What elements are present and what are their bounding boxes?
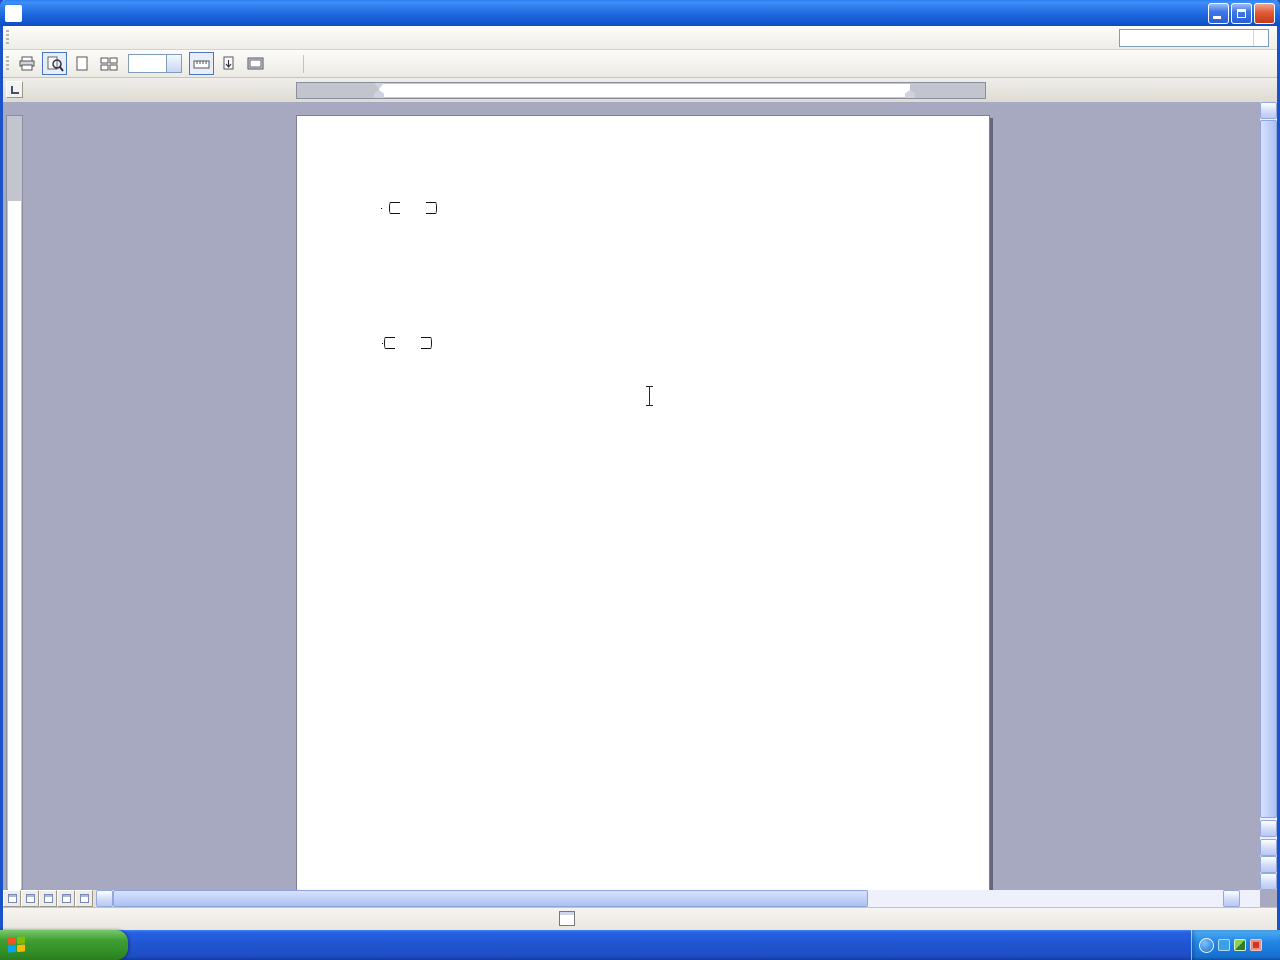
- toolbar-options-button[interactable]: [306, 50, 319, 77]
- minimize-button[interactable]: [1208, 2, 1229, 24]
- normal-view-button[interactable]: [3, 890, 21, 907]
- print-layout-view-button[interactable]: [39, 890, 57, 907]
- multiple-pages-button[interactable]: [96, 52, 121, 75]
- menu-bar: [3, 26, 1277, 50]
- ask-question-box[interactable]: [1119, 29, 1269, 47]
- magnifier-button[interactable]: [42, 52, 67, 75]
- magnifier-icon: [47, 56, 64, 72]
- tab-selector[interactable]: [6, 81, 23, 98]
- horizontal-scroll-track[interactable]: [113, 890, 1223, 907]
- close-button[interactable]: [1254, 2, 1275, 24]
- print-layout-icon: [43, 894, 53, 903]
- maximize-button[interactable]: [1231, 2, 1252, 24]
- title-bar: [0, 0, 1280, 26]
- web-layout-icon: [25, 894, 35, 903]
- full-screen-button[interactable]: [243, 52, 268, 75]
- equation-block-2: [377, 337, 432, 349]
- left-parenthesis: [384, 337, 395, 349]
- status-bar: [3, 907, 1277, 930]
- text-cursor-ibeam: [646, 386, 653, 406]
- view-ruler-button[interactable]: [189, 52, 214, 75]
- tray-collapse-button[interactable]: [1199, 937, 1214, 953]
- left-parenthesis: [389, 202, 400, 214]
- outline-view-button[interactable]: [57, 890, 75, 907]
- tray-icon-2[interactable]: [1234, 939, 1246, 951]
- document-page[interactable]: [296, 115, 990, 890]
- web-layout-view-button[interactable]: [21, 890, 39, 907]
- horizontal-scrollbar-row: [3, 890, 1260, 907]
- left-tab-icon: [10, 85, 19, 94]
- normal-view-icon: [7, 894, 17, 903]
- next-page-button[interactable]: [1260, 873, 1277, 890]
- scrollbar-corner: [1240, 890, 1260, 907]
- print-button[interactable]: [15, 52, 40, 75]
- scroll-right-button[interactable]: [1223, 890, 1240, 907]
- horizontal-scroll-thumb[interactable]: [113, 890, 868, 907]
- scroll-down-button[interactable]: [1260, 820, 1277, 837]
- shrink-to-fit-button[interactable]: [216, 52, 241, 75]
- window-border-left: [0, 0, 3, 930]
- ruler-icon: [193, 60, 210, 68]
- minimize-icon: [1213, 15, 1221, 19]
- toolbar-separator: [303, 54, 304, 73]
- tray-icon-3[interactable]: [1250, 939, 1262, 951]
- shrink-to-fit-icon: [223, 56, 234, 70]
- right-parenthesis: [426, 202, 437, 214]
- equation-block-1: [381, 202, 437, 214]
- taskbar: [0, 930, 1280, 960]
- system-tray: [1191, 930, 1280, 960]
- print-preview-toolbar: [3, 50, 1277, 78]
- equation-rows: [400, 337, 416, 349]
- close-preview-button[interactable]: [277, 61, 295, 67]
- view-buttons: [3, 890, 96, 907]
- chevron-down-icon[interactable]: [1253, 30, 1268, 46]
- vertical-scrollbar[interactable]: [1260, 102, 1277, 890]
- scroll-left-button[interactable]: [96, 890, 113, 907]
- previous-page-button[interactable]: [1260, 839, 1277, 856]
- v-ruler-text-area: [8, 201, 21, 890]
- tray-icon-1[interactable]: [1218, 939, 1230, 951]
- vertical-scroll-thumb[interactable]: [1260, 120, 1277, 818]
- multiple-pages-icon: [100, 57, 117, 71]
- v-ruler[interactable]: [6, 115, 23, 890]
- document-area[interactable]: [3, 102, 1260, 890]
- chevron-down-icon[interactable]: [166, 55, 181, 72]
- toolbar-grip[interactable]: [5, 55, 10, 72]
- one-page-icon: [76, 56, 87, 71]
- menubar-grip[interactable]: [5, 29, 10, 46]
- equation-rows: [405, 202, 421, 214]
- ruler-text-area: [379, 84, 910, 97]
- full-screen-icon: [247, 57, 264, 69]
- reading-layout-view-button[interactable]: [75, 890, 93, 907]
- outline-view-icon: [61, 894, 71, 903]
- zoom-combo[interactable]: [128, 54, 182, 73]
- select-browse-object-button[interactable]: [1260, 856, 1277, 873]
- word-app-icon: [5, 4, 22, 22]
- start-button[interactable]: [0, 930, 128, 960]
- printer-icon: [19, 56, 35, 71]
- spell-check-icon[interactable]: [559, 911, 575, 926]
- windows-flag-icon: [8, 936, 27, 953]
- reading-layout-icon: [79, 894, 89, 903]
- maximize-icon: [1237, 8, 1246, 18]
- scroll-up-button[interactable]: [1260, 102, 1277, 119]
- one-page-button[interactable]: [69, 52, 94, 75]
- h-ruler[interactable]: [296, 82, 986, 99]
- right-parenthesis: [421, 337, 432, 349]
- ruler-row: [3, 78, 1277, 102]
